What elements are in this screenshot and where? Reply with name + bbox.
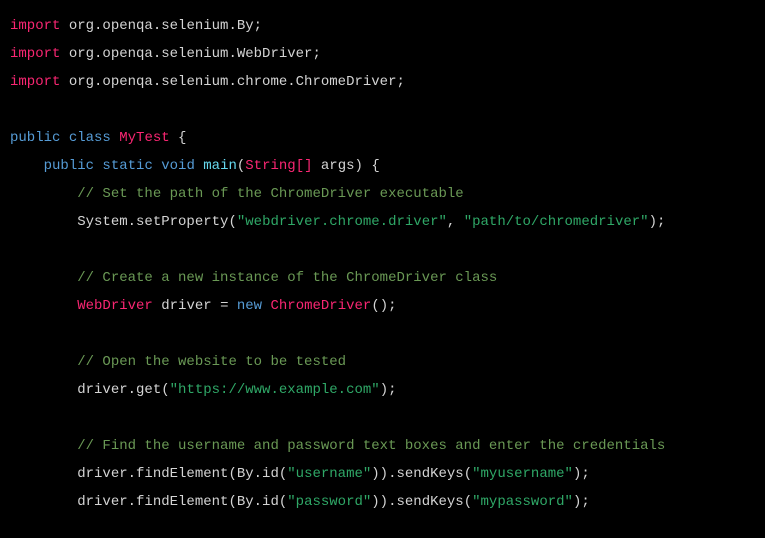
blank-line [10,410,18,426]
package-path: org.openqa.selenium.WebDriver; [60,46,320,62]
close: ); [573,494,590,510]
comment: // Create a new instance of the ChromeDr… [77,270,497,286]
keyword-import: import [10,18,60,34]
indent [10,270,77,286]
indent [10,438,77,454]
method-call: driver.findElement(By.id( [77,494,287,510]
type: WebDriver [77,298,153,314]
constructor: ChromeDriver [270,298,371,314]
keyword-class: class [60,130,119,146]
code-line: public static void main(String[] args) { [10,158,380,174]
keyword-public: public [44,158,94,174]
method-call: driver.findElement(By.id( [77,466,287,482]
keyword-import: import [10,46,60,62]
code-line: // Open the website to be tested [10,354,346,370]
code-block: import org.openqa.selenium.By; import or… [10,12,755,516]
indent [10,158,44,174]
code-line: // Find the username and password text b… [10,438,665,454]
close: ); [573,466,590,482]
method-name: main [203,158,237,174]
indent [10,466,77,482]
param-type: String[] [245,158,312,174]
string-literal: "username" [287,466,371,482]
variable: driver [153,298,220,314]
string-literal: "webdriver.chrome.driver" [237,214,447,230]
param-name: args [313,158,355,174]
method-call: driver.get( [77,382,169,398]
code-line: import org.openqa.selenium.By; [10,18,262,34]
code-line: driver.get("https://www.example.com"); [10,382,397,398]
indent [10,298,77,314]
method-call: )).sendKeys( [371,494,472,510]
code-line: import org.openqa.selenium.chrome.Chrome… [10,74,405,90]
code-line: System.setProperty("webdriver.chrome.dri… [10,214,665,230]
comment: // Open the website to be tested [77,354,346,370]
method-call: )).sendKeys( [371,466,472,482]
class-name: MyTest [119,130,169,146]
code-line: import org.openqa.selenium.WebDriver; [10,46,321,62]
package-path: org.openqa.selenium.By; [60,18,262,34]
string-literal: "https://www.example.com" [170,382,380,398]
string-literal: "path/to/chromedriver" [464,214,649,230]
brace: { [170,130,187,146]
code-line: driver.findElement(By.id("password")).se… [10,494,590,510]
brace: { [363,158,380,174]
blank-line [10,242,18,258]
string-literal: "mypassword" [472,494,573,510]
method-call: System.setProperty( [77,214,237,230]
indent [10,186,77,202]
keyword-public: public [10,130,60,146]
keyword-void: void [153,158,203,174]
indent [10,214,77,230]
blank-line [10,326,18,342]
close: ); [649,214,666,230]
package-path: org.openqa.selenium.chrome.ChromeDriver; [60,74,404,90]
indent [10,382,77,398]
code-line: // Set the path of the ChromeDriver exec… [10,186,464,202]
indent [10,354,77,370]
code-line: driver.findElement(By.id("username")).se… [10,466,590,482]
comment: // Find the username and password text b… [77,438,665,454]
code-line: WebDriver driver = new ChromeDriver(); [10,298,397,314]
blank-line [10,102,18,118]
comma: , [447,214,464,230]
string-literal: "myusername" [472,466,573,482]
comment: // Set the path of the ChromeDriver exec… [77,186,463,202]
code-line: public class MyTest { [10,130,186,146]
code-line: // Create a new instance of the ChromeDr… [10,270,497,286]
string-literal: "password" [287,494,371,510]
keyword-static: static [94,158,153,174]
paren: (); [371,298,396,314]
paren: ) [355,158,363,174]
keyword-new: new [228,298,270,314]
close: ); [380,382,397,398]
indent [10,494,77,510]
keyword-import: import [10,74,60,90]
